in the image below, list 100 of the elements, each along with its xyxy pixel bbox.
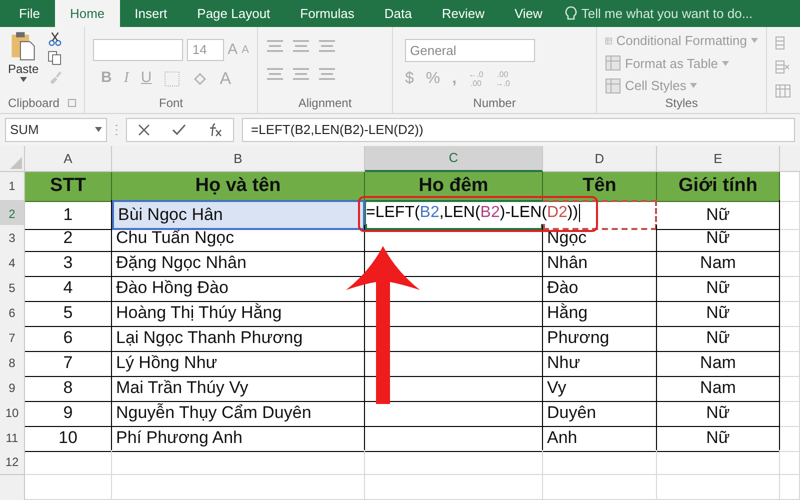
- checkmark-icon[interactable]: [172, 122, 186, 137]
- ribbon-tab[interactable]: Home: [54, 0, 120, 28]
- row-header: 4: [0, 250, 25, 276]
- font-name-field[interactable]: [93, 39, 184, 62]
- caret-icon: [690, 83, 698, 88]
- table-cell: Nam: [657, 375, 780, 402]
- increase-decimal-button[interactable]: ←.0 .00: [468, 70, 484, 88]
- group-label: Font: [158, 96, 184, 110]
- bold-button[interactable]: B: [101, 67, 112, 90]
- table-cell: STT: [25, 172, 112, 202]
- table-cell: Nữ: [657, 325, 780, 352]
- table-cell: Duyên: [543, 400, 657, 426]
- styles-menu-item[interactable]: Format as Table: [605, 54, 758, 74]
- align-middle-icon[interactable]: [292, 39, 310, 54]
- table-cell: 6: [25, 325, 112, 352]
- row-header: 5: [0, 275, 25, 302]
- align-right-icon[interactable]: [318, 67, 336, 82]
- shrink-font-button[interactable]: A: [242, 42, 249, 59]
- table-cell: 5: [25, 300, 112, 326]
- table-cell: 3: [25, 250, 112, 276]
- group-label: Styles: [664, 96, 699, 110]
- format-cells-icon[interactable]: [775, 83, 791, 100]
- row-header: 10: [0, 400, 25, 426]
- tell-me-search[interactable]: Tell me what you want to do...: [581, 4, 753, 24]
- table-cell: Giới tính: [657, 172, 780, 202]
- ribbon-tab[interactable]: View: [499, 0, 558, 28]
- group-label: Number: [472, 96, 517, 110]
- formula-field[interactable]: =LEFT(B2,LEN(B2)-LEN(D2)): [242, 118, 795, 142]
- font-color-button[interactable]: A: [220, 66, 232, 92]
- align-bottom-icon[interactable]: [318, 39, 336, 54]
- percent-button[interactable]: %: [426, 66, 440, 91]
- name-box[interactable]: SUM: [5, 118, 107, 142]
- italic-button[interactable]: I: [124, 67, 129, 90]
- ribbon-tab[interactable]: Page Layout: [182, 0, 286, 28]
- number-format-field[interactable]: General: [405, 39, 535, 62]
- cell-formula: =LEFT(B2,LEN(B2)-LEN(D2)): [366, 202, 580, 224]
- ribbon-tab[interactable]: Data: [369, 0, 427, 28]
- group-label: Alignment: [297, 96, 353, 110]
- styles-menu-item[interactable]: Cell Styles: [605, 76, 758, 96]
- clipboard-icon: [10, 31, 36, 62]
- table-cell: Phí Phương Anh: [112, 425, 365, 452]
- table-cell: [780, 250, 800, 276]
- paste-button[interactable]: Paste: [8, 31, 39, 86]
- table-cell: Nữ: [657, 425, 780, 452]
- row-header[interactable]: [0, 475, 25, 500]
- table-cell: Nữ: [657, 400, 780, 426]
- scissors-icon[interactable]: [46, 31, 63, 48]
- fill-bucket-icon[interactable]: [192, 70, 208, 87]
- delete-cells-icon[interactable]: [775, 59, 791, 76]
- table-cell: Hoàng Thị Thúy Hằng: [112, 300, 365, 326]
- decrease-decimal-button[interactable]: .00 →.0: [495, 70, 510, 88]
- ribbon-tab[interactable]: Review: [426, 0, 500, 28]
- referenced-cell: Bùi Ngọc Hân: [112, 200, 365, 230]
- table-cell: Nữ: [657, 300, 780, 326]
- table-cell: [780, 450, 800, 475]
- table-cell: Đào: [543, 275, 657, 302]
- table-cell: Họ và tên: [112, 172, 365, 202]
- table-cell: Nhân: [543, 250, 657, 276]
- grow-font-button[interactable]: A: [228, 39, 238, 62]
- table-cell: Nam: [657, 250, 780, 276]
- styles-menu-item[interactable]: Conditional Formatting: [605, 31, 758, 51]
- underline-button[interactable]: U: [140, 67, 152, 90]
- font-size-field[interactable]: 14: [187, 39, 224, 62]
- table-cell: 2: [25, 225, 112, 252]
- caret-icon: [95, 127, 102, 132]
- table-cell: Nam: [657, 350, 780, 376]
- table-cell: 1: [25, 200, 112, 230]
- close-icon[interactable]: [137, 122, 152, 137]
- table-cell: [780, 375, 800, 402]
- row-header: 8: [0, 350, 25, 376]
- table-cell: [780, 325, 800, 352]
- table-cell: [780, 400, 800, 426]
- border-icon[interactable]: [164, 70, 180, 87]
- table-cell: [780, 300, 800, 326]
- expand-icon[interactable]: [68, 98, 76, 107]
- table-cell: [780, 350, 800, 376]
- align-center-icon[interactable]: [292, 67, 310, 82]
- caret-icon: [751, 38, 758, 44]
- row-header: 3: [0, 225, 25, 252]
- caret-icon: [20, 77, 27, 82]
- table-cell: Ngọc: [543, 225, 657, 252]
- table-cell: Nữ: [657, 200, 780, 230]
- table-cell: Vy: [543, 375, 657, 402]
- align-top-icon[interactable]: [266, 39, 284, 54]
- table-cell: Nữ: [657, 275, 780, 302]
- ribbon-tab[interactable]: Insert: [120, 0, 182, 28]
- currency-button[interactable]: $: [405, 66, 414, 91]
- copy-icon[interactable]: [46, 50, 63, 66]
- align-left-icon[interactable]: [266, 67, 284, 82]
- table-cell: Anh: [543, 425, 657, 452]
- ribbon-tab[interactable]: Formulas: [285, 0, 370, 28]
- table-cell: Mai Trần Thúy Vy: [112, 375, 365, 402]
- comma-button[interactable]: ,: [452, 66, 457, 91]
- row-header: 9: [0, 375, 25, 402]
- ribbon-tab[interactable]: File: [4, 0, 55, 28]
- column-header[interactable]: C: [365, 146, 543, 172]
- row-header: 1: [0, 172, 25, 202]
- table-cell: 10: [25, 425, 112, 452]
- table-cell: 9: [25, 400, 112, 426]
- table-cell: Nữ: [657, 225, 780, 252]
